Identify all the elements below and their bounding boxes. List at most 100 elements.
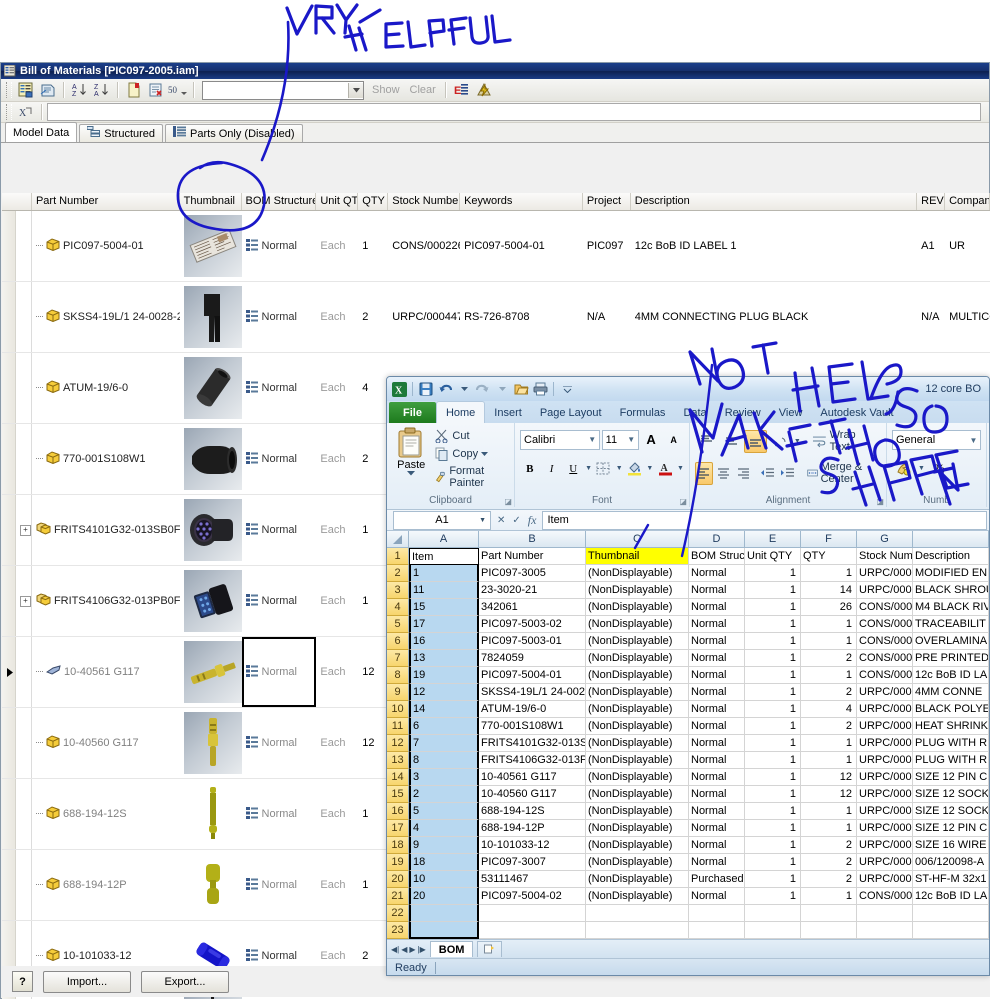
undo-dropdown-icon[interactable] — [456, 381, 472, 397]
cell-b6[interactable]: PIC097-5003-01 — [479, 633, 586, 650]
cancel-formula-icon[interactable]: ✕ — [497, 515, 505, 526]
cell-d18[interactable]: Normal — [689, 837, 745, 854]
cell-f21[interactable]: 1 — [801, 888, 857, 905]
bom-quick-entry-field[interactable] — [47, 103, 981, 121]
cell-f1[interactable]: QTY — [801, 548, 857, 565]
cell-b1[interactable]: Part Number — [479, 548, 586, 565]
cell-h22[interactable] — [913, 905, 989, 922]
cell-keywords[interactable]: PIC097-5004-01 — [460, 211, 583, 281]
bom-col-description[interactable]: Description — [631, 193, 918, 210]
cell-d9[interactable]: Normal — [689, 684, 745, 701]
cell-e11[interactable]: 1 — [745, 718, 801, 735]
cell-g3[interactable]: URPC/000 — [857, 582, 913, 599]
cell-part-number[interactable]: 688-194-12S — [32, 779, 180, 849]
row-selector[interactable] — [2, 282, 16, 352]
row-expand-gutter[interactable] — [15, 424, 32, 494]
cell-e22[interactable] — [745, 905, 801, 922]
cell-g21[interactable]: CONS/000 — [857, 888, 913, 905]
tab-view[interactable]: View — [770, 403, 812, 423]
excel-col-g[interactable]: G — [857, 531, 913, 548]
cell-b7[interactable]: 7824059 — [479, 650, 586, 667]
cell-h3[interactable]: BLACK SHROU — [913, 582, 989, 599]
table-row[interactable]: SKSS4-19L/1 24-0028-21 Normal Each 2 URP… — [2, 282, 990, 353]
cell-a16[interactable]: 5 — [409, 803, 479, 820]
cell-f7[interactable]: 2 — [801, 650, 857, 667]
cell-part-number[interactable]: 10-40561 G117 — [32, 637, 180, 707]
row-selector[interactable] — [2, 566, 16, 636]
cell-b16[interactable]: 688-194-12S — [479, 803, 586, 820]
cell-g19[interactable]: URPC/000 — [857, 854, 913, 871]
cell-d7[interactable]: Normal — [689, 650, 745, 667]
accept-formula-icon[interactable]: ✓ — [512, 515, 520, 526]
cell-bom-structure[interactable]: Normal — [242, 424, 317, 494]
excel-row-header[interactable]: 5 — [387, 616, 409, 633]
cell-a19[interactable]: 18 — [409, 854, 479, 871]
cell-part-number[interactable]: FRITS4101G32-013SB0F7 — [32, 495, 180, 565]
cell-b15[interactable]: 10-40560 G117 — [479, 786, 586, 803]
cell-thumbnail[interactable] — [180, 708, 242, 778]
excel-row-header[interactable]: 13 — [387, 752, 409, 769]
formula-input[interactable]: Item — [542, 510, 987, 530]
cell-c10[interactable]: (NonDisplayable) — [586, 701, 689, 718]
cell-a22[interactable] — [409, 905, 479, 922]
cell-e19[interactable]: 1 — [745, 854, 801, 871]
cell-unit-qty[interactable]: Each — [316, 708, 358, 778]
print-preview-icon[interactable] — [38, 81, 58, 100]
excel-col-h[interactable] — [913, 531, 989, 548]
cell-a10[interactable]: 14 — [409, 701, 479, 718]
cell-d10[interactable]: Normal — [689, 701, 745, 718]
align-middle-button[interactable] — [720, 430, 743, 453]
cell-b20[interactable]: 53111467 — [479, 871, 586, 888]
cell-e13[interactable]: 1 — [745, 752, 801, 769]
cell-unit-qty[interactable]: Each — [316, 353, 358, 423]
cell-c16[interactable]: (NonDisplayable) — [586, 803, 689, 820]
cell-g8[interactable]: CONS/000 — [857, 667, 913, 684]
cell-b4[interactable]: 342061 — [479, 599, 586, 616]
sheet-nav-buttons[interactable]: ◀| ◀ ▶ |▶ — [391, 945, 426, 954]
excel-row-6[interactable]: 6 16 PIC097-5003-01 (NonDisplayable) Normal 1… — [387, 633, 989, 650]
tab-insert[interactable]: Insert — [485, 403, 531, 423]
excel-row-header[interactable]: 8 — [387, 667, 409, 684]
cell-e18[interactable]: 1 — [745, 837, 801, 854]
excel-row-header[interactable]: 19 — [387, 854, 409, 871]
bom-properties-icon[interactable] — [16, 81, 36, 100]
shrink-font-button[interactable]: A — [663, 428, 684, 451]
currency-button[interactable] — [892, 457, 915, 480]
cell-h7[interactable]: PRE PRINTED — [913, 650, 989, 667]
align-left-button[interactable] — [695, 461, 713, 485]
cell-unit-qty[interactable]: Each — [316, 779, 358, 849]
excel-row-21[interactable]: 21 20 PIC097-5004-02 (NonDisplayable) Normal… — [387, 888, 989, 905]
tab-file[interactable]: File — [389, 402, 436, 423]
cell-h19[interactable]: 006/120098-A — [913, 854, 989, 871]
row-selector[interactable] — [2, 779, 16, 849]
excel-col-f[interactable]: F — [801, 531, 857, 548]
cell-b12[interactable]: FRITS4101G32-013SB0 — [479, 735, 586, 752]
cell-f17[interactable]: 1 — [801, 820, 857, 837]
export-button[interactable]: Export... — [141, 970, 229, 993]
bom-col-bom-structure[interactable]: BOM Structure — [242, 193, 317, 210]
row-expand-gutter[interactable] — [15, 637, 32, 707]
excel-row-22[interactable]: 22 — [387, 905, 989, 922]
cell-g23[interactable] — [857, 922, 913, 939]
cell-e14[interactable]: 1 — [745, 769, 801, 786]
tab-autodesk-vault[interactable]: Autodesk Vault — [811, 403, 902, 423]
excel-row-header[interactable]: 22 — [387, 905, 409, 922]
cell-a5[interactable]: 17 — [409, 616, 479, 633]
cell-g2[interactable]: URPC/000 — [857, 565, 913, 582]
excel-row-header[interactable]: 7 — [387, 650, 409, 667]
merge-center-button[interactable]: Merge & Center — [804, 460, 882, 486]
help-button[interactable]: ? — [12, 971, 33, 992]
paste-button[interactable]: Paste — [392, 425, 430, 490]
cell-a15[interactable]: 2 — [409, 786, 479, 803]
cell-rev[interactable]: N/A — [917, 282, 945, 352]
cell-e5[interactable]: 1 — [745, 616, 801, 633]
select-all-corner[interactable] — [387, 531, 409, 548]
cell-e21[interactable]: 1 — [745, 888, 801, 905]
cell-qty[interactable]: 1 — [358, 211, 388, 281]
cell-thumbnail[interactable] — [180, 566, 242, 636]
cell-c1[interactable]: Thumbnail — [586, 548, 689, 565]
expand-plus-icon[interactable]: + — [19, 595, 31, 607]
cell-h16[interactable]: SIZE 12 SOCK — [913, 803, 989, 820]
excel-row-header[interactable]: 4 — [387, 599, 409, 616]
excel-row-header[interactable]: 17 — [387, 820, 409, 837]
